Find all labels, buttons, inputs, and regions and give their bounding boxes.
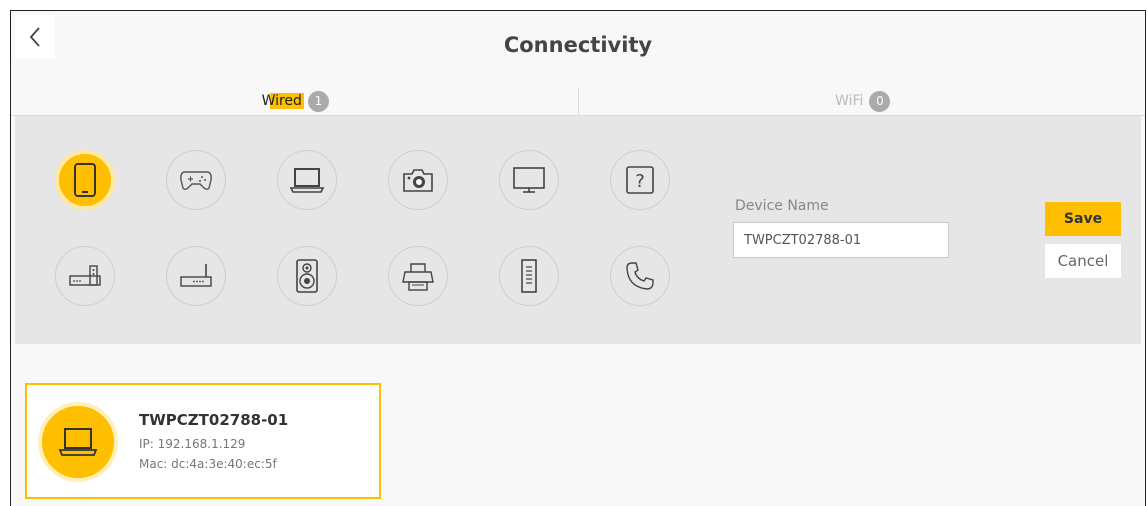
page-title: Connectivity [503, 33, 653, 57]
cancel-button[interactable]: Cancel [1045, 244, 1121, 278]
tablet-icon [74, 163, 96, 197]
laptop-icon [289, 168, 325, 193]
device-type-camera[interactable] [388, 150, 448, 210]
svg-text:?: ? [635, 171, 645, 192]
wifi-count-badge: 0 [869, 90, 891, 112]
camera-icon [403, 169, 433, 192]
device-type-laptop[interactable] [277, 150, 337, 210]
device-type-phone[interactable] [610, 246, 670, 306]
modem-icon [69, 265, 101, 286]
device-avatar [38, 402, 118, 482]
connectivity-window: Connectivity Wired 1 WiFi 0 ? Device Nam… [10, 10, 1146, 506]
device-name-label: Device Name [735, 198, 829, 214]
device-name-input[interactable] [733, 222, 949, 258]
phone-icon [626, 262, 654, 290]
device-type-router[interactable] [166, 246, 226, 306]
laptop-icon [58, 428, 98, 456]
device-type-modem[interactable] [55, 246, 115, 306]
speaker-icon [296, 259, 318, 293]
gamepad-icon [180, 171, 212, 190]
device-card-name: TWPCZT02788-01 [139, 411, 289, 429]
wired-count-badge: 1 [307, 90, 329, 112]
device-card-ip: IP: 192.168.1.129 [139, 437, 246, 451]
save-button[interactable]: Save [1045, 202, 1121, 236]
device-edit-panel: ? Device Name TWPCZT02788-01 Save Cancel [15, 116, 1141, 344]
device-card[interactable]: TWPCZT02788-01 IP: 192.168.1.129 Mac: dc… [25, 383, 381, 499]
device-type-server[interactable] [499, 246, 559, 306]
tab-wifi[interactable]: WiFi 0 [577, 87, 1146, 115]
device-type-unknown[interactable]: ? [610, 150, 670, 210]
tab-wifi-label: WiFi [835, 93, 864, 109]
unknown-icon: ? [626, 166, 654, 194]
tab-wired[interactable]: Wired 1 [11, 87, 578, 115]
tab-wired-label: Wired [259, 93, 304, 109]
connection-tabs: Wired 1 WiFi 0 [11, 87, 1145, 116]
device-type-printer[interactable] [388, 246, 448, 306]
monitor-icon [513, 167, 545, 193]
device-type-tablet[interactable] [55, 150, 115, 210]
device-type-speaker[interactable] [277, 246, 337, 306]
printer-icon [402, 263, 434, 291]
router-icon [180, 264, 212, 287]
device-type-tv[interactable] [499, 150, 559, 210]
device-type-game-console[interactable] [166, 150, 226, 210]
server-icon [521, 259, 537, 293]
device-card-mac: Mac: dc:4a:3e:40:ec:5f [139, 457, 277, 471]
